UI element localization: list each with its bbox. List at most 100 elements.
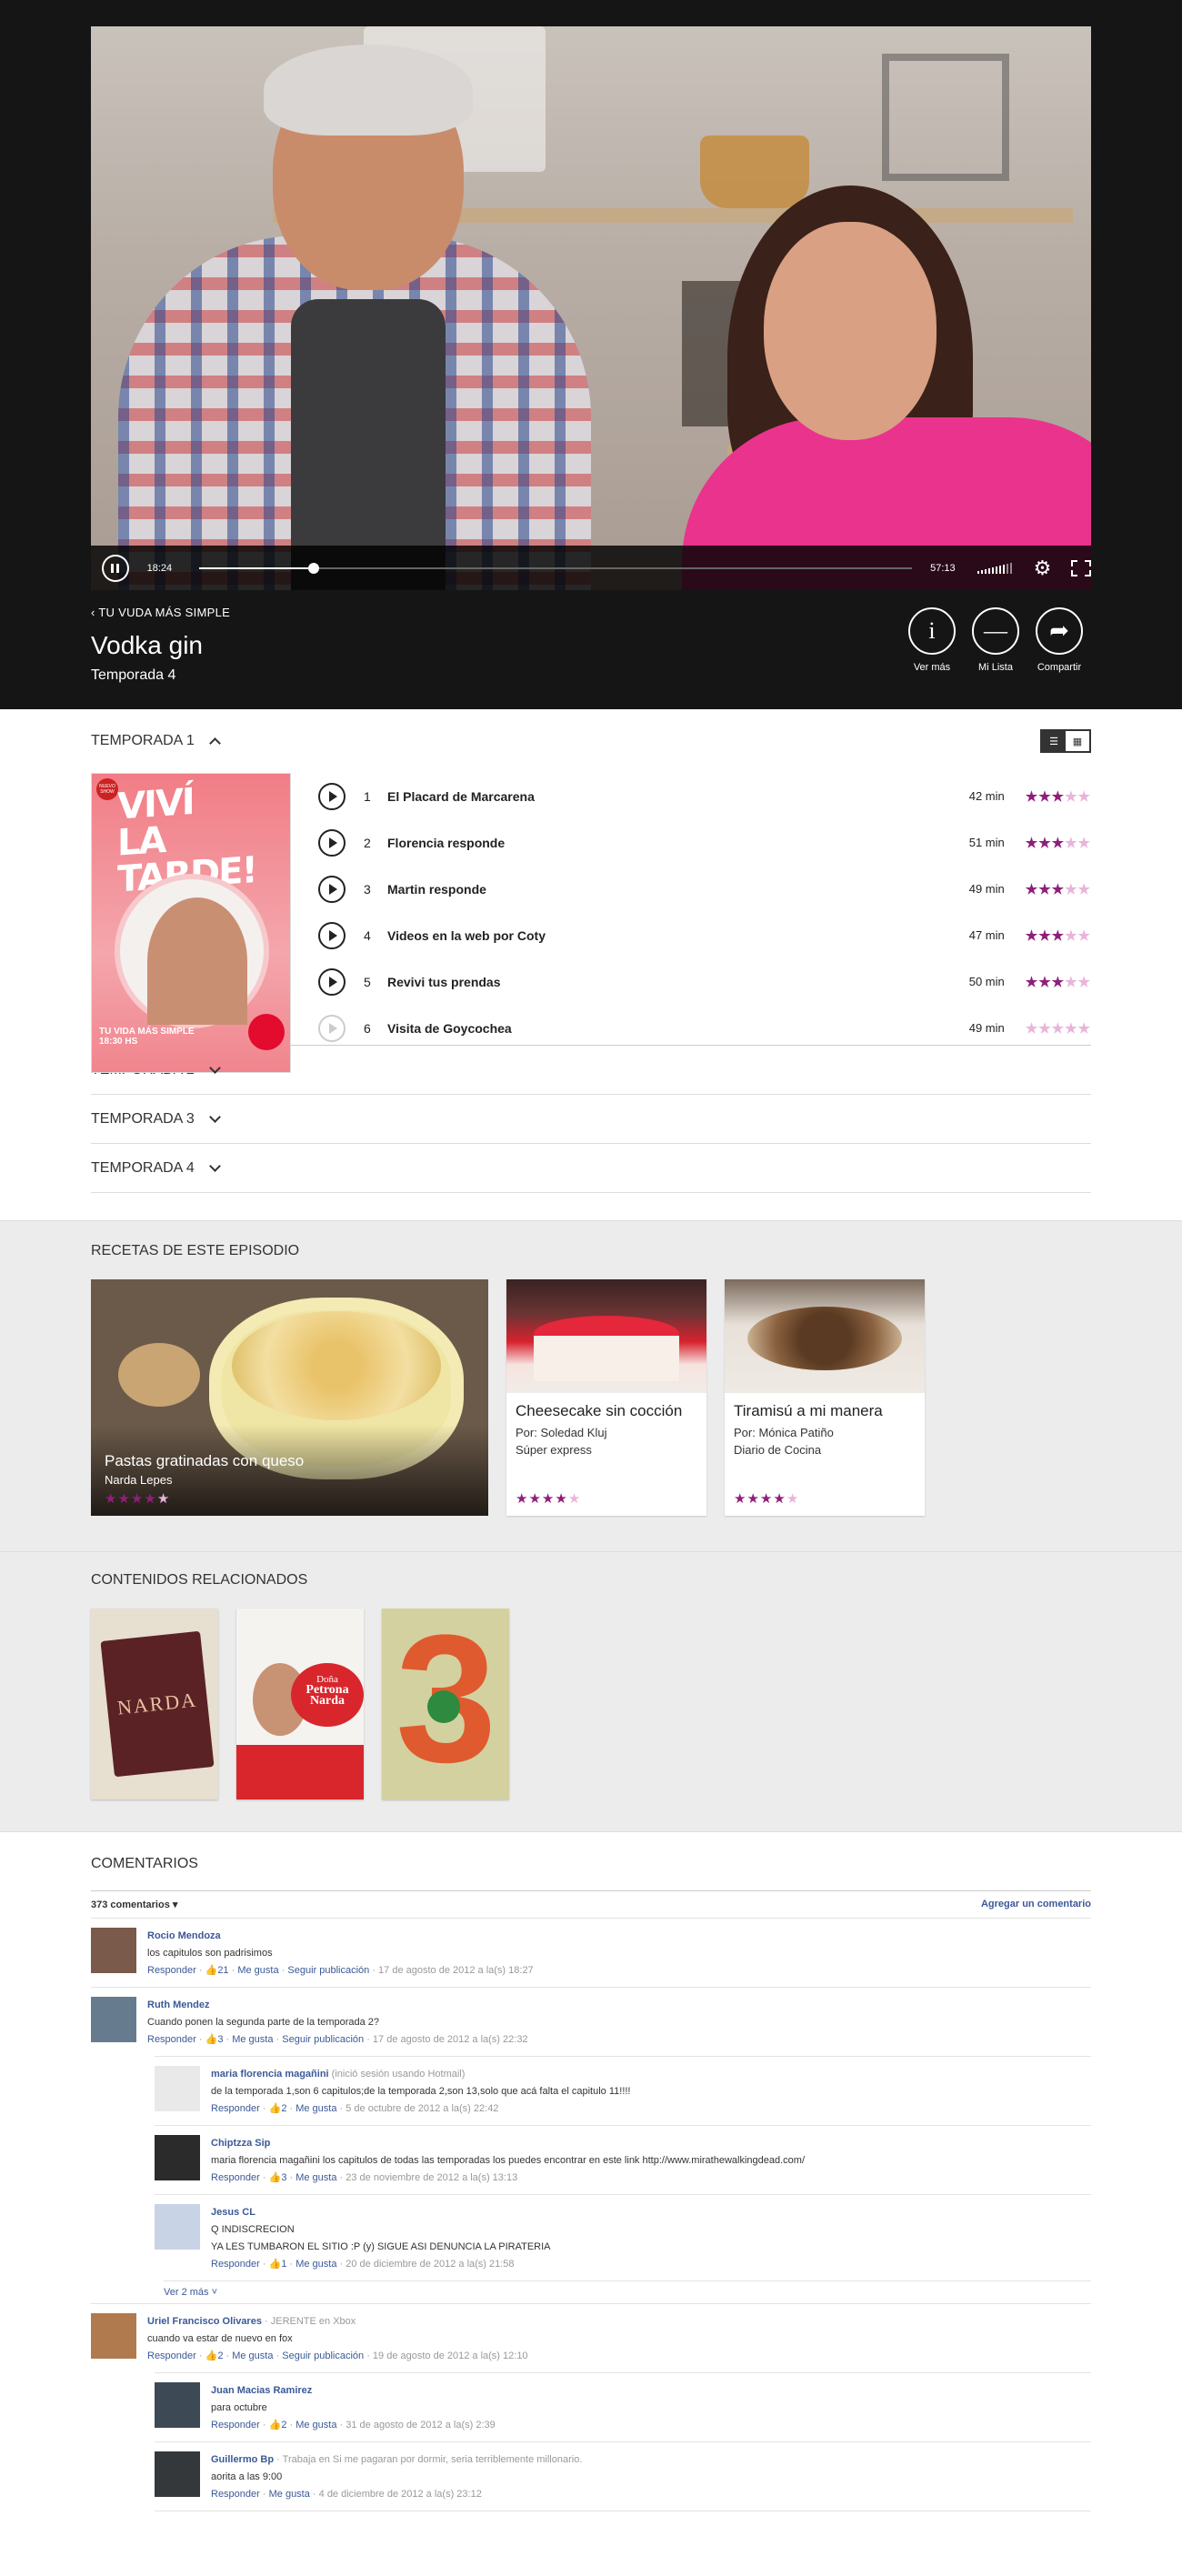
episode-rating[interactable]: ★★★★★ bbox=[1026, 835, 1091, 851]
comment-author[interactable]: maria florencia magañini bbox=[211, 2069, 329, 2080]
star-filled-icon: ★ bbox=[1038, 835, 1052, 851]
reply-link[interactable]: Responder bbox=[147, 2350, 196, 2361]
episode-rating[interactable]: ★★★★★ bbox=[1026, 881, 1091, 897]
comment-meta: · JERENTE en Xbox bbox=[265, 2316, 356, 2327]
settings-icon[interactable]: ⚙ bbox=[1034, 557, 1052, 578]
episode-row[interactable]: 4 Videos en la web por Coty 47 min ★★★★★ bbox=[318, 912, 1091, 958]
season-1-header[interactable]: TEMPORADA 1 ☰ ▦ bbox=[91, 709, 1091, 773]
avatar[interactable] bbox=[155, 2451, 200, 2497]
recipe-card[interactable]: Tiramisú a mi manera Por: Mónica Patiño … bbox=[725, 1279, 925, 1516]
play-icon[interactable] bbox=[318, 782, 346, 810]
episode-row[interactable]: 3 Martin responde 49 min ★★★★★ bbox=[318, 866, 1091, 912]
episode-rating[interactable]: ★★★★★ bbox=[1026, 974, 1091, 990]
play-icon[interactable] bbox=[318, 828, 346, 857]
avatar[interactable] bbox=[91, 2313, 136, 2359]
like-link[interactable]: Me gusta bbox=[296, 2259, 336, 2270]
episode-rating[interactable]: ★★★★★ bbox=[1026, 1020, 1091, 1037]
recipe-card-featured[interactable]: Pastas gratinadas con queso Narda Lepes … bbox=[91, 1279, 488, 1516]
play-icon[interactable] bbox=[318, 1014, 346, 1042]
episode-row[interactable]: 1 El Placard de Marcarena 42 min ★★★★★ bbox=[318, 773, 1091, 819]
related-item[interactable]: Doña Petrona Narda bbox=[236, 1609, 364, 1799]
episode-name: Revivi tus prendas bbox=[387, 974, 501, 989]
like-link[interactable]: Me gusta bbox=[232, 2350, 273, 2361]
comment-author[interactable]: Juan Macias Ramirez bbox=[211, 2385, 312, 2396]
reply-link[interactable]: Responder bbox=[211, 2103, 260, 2114]
video-player[interactable] bbox=[91, 26, 1091, 590]
recipe-image bbox=[725, 1279, 925, 1393]
avatar[interactable] bbox=[155, 2135, 200, 2180]
avatar[interactable] bbox=[155, 2204, 200, 2250]
pause-button[interactable] bbox=[102, 554, 129, 582]
view-more-replies-link[interactable]: Ver 2 más ˅ bbox=[164, 2280, 1091, 2303]
like-link[interactable]: Me gusta bbox=[296, 2172, 336, 2183]
like-link[interactable]: Me gusta bbox=[237, 1965, 278, 1976]
add-comment-link[interactable]: Agregar un comentario bbox=[981, 1899, 1091, 1910]
play-icon[interactable] bbox=[318, 921, 346, 949]
reply-link[interactable]: Responder bbox=[211, 2489, 260, 2500]
comment-author[interactable]: Rocio Mendoza bbox=[147, 1930, 221, 1941]
comment-date[interactable]: 19 de agosto de 2012 a la(s) 12:10 bbox=[373, 2350, 528, 2361]
comment-author[interactable]: Jesus CL bbox=[211, 2207, 255, 2218]
comment-date[interactable]: 23 de noviembre de 2012 a la(s) 13:13 bbox=[346, 2172, 517, 2183]
comment-header: maria florencia magañini (inició sesión … bbox=[211, 2066, 631, 2083]
recipe-author: Por: Mónica Patiño bbox=[734, 1426, 834, 1439]
mi-lista-button[interactable]: — Mi Lista bbox=[964, 607, 1027, 673]
follow-link[interactable]: Seguir publicación bbox=[282, 2350, 364, 2361]
star-filled-icon: ★ bbox=[1051, 974, 1066, 990]
episode-rating[interactable]: ★★★★★ bbox=[1026, 788, 1091, 805]
episode-row[interactable]: 2 Florencia responde 51 min ★★★★★ bbox=[318, 819, 1091, 866]
comment-count[interactable]: 373 comentarios ▾ bbox=[91, 1899, 177, 1910]
season-header[interactable]: TEMPORADA 3 bbox=[91, 1095, 1091, 1144]
episode-row[interactable]: 6 Visita de Goycochea 49 min ★★★★★ bbox=[318, 1005, 1091, 1051]
comment-author[interactable]: Chiptzza Sip bbox=[211, 2138, 270, 2149]
comment-date[interactable]: 17 de agosto de 2012 a la(s) 18:27 bbox=[378, 1965, 534, 1976]
progress-bar[interactable] bbox=[199, 562, 913, 574]
comment-date[interactable]: 20 de diciembre de 2012 a la(s) 21:58 bbox=[346, 2259, 514, 2270]
follow-link[interactable]: Seguir publicación bbox=[282, 2034, 364, 2045]
progress-handle[interactable] bbox=[307, 562, 319, 574]
ver-mas-button[interactable]: i Ver más bbox=[900, 607, 964, 673]
reply-link[interactable]: Responder bbox=[211, 2259, 260, 2270]
comment-author[interactable]: Uriel Francisco Olivares bbox=[147, 2316, 262, 2327]
reply-link[interactable]: Responder bbox=[211, 2420, 260, 2431]
recipe-image bbox=[506, 1279, 706, 1393]
list-view-icon[interactable]: ☰ bbox=[1042, 731, 1066, 751]
comment-date[interactable]: 4 de diciembre de 2012 a la(s) 23:12 bbox=[319, 2489, 482, 2500]
like-link[interactable]: Me gusta bbox=[232, 2034, 273, 2045]
avatar[interactable] bbox=[155, 2066, 200, 2111]
comment-body: maria florencia magañini (inició sesión … bbox=[211, 2066, 631, 2118]
comment-text: de la temporada 1,son 6 capitulos;de la … bbox=[211, 2086, 631, 2097]
like-link[interactable]: Me gusta bbox=[296, 2420, 336, 2431]
reply-link[interactable]: Responder bbox=[211, 2172, 260, 2183]
avatar[interactable] bbox=[91, 1997, 136, 2042]
comment-date[interactable]: 5 de octubre de 2012 a la(s) 22:42 bbox=[346, 2103, 498, 2114]
comment-author[interactable]: Guillermo Bp bbox=[211, 2454, 274, 2465]
avatar[interactable] bbox=[155, 2382, 200, 2428]
reply-link[interactable]: Responder bbox=[147, 2034, 196, 2045]
related-item[interactable]: NARDA bbox=[91, 1609, 218, 1799]
play-icon[interactable] bbox=[318, 967, 346, 996]
volume-icon[interactable] bbox=[977, 562, 1014, 574]
fullscreen-icon[interactable] bbox=[1071, 559, 1092, 576]
related-item[interactable]: 3 bbox=[382, 1609, 509, 1799]
comment-date[interactable]: 17 de agosto de 2012 a la(s) 22:32 bbox=[373, 2034, 528, 2045]
compartir-button[interactable]: ➦ Compartir bbox=[1027, 607, 1091, 673]
reply-link[interactable]: Responder bbox=[147, 1965, 196, 1976]
comment-author[interactable]: Ruth Mendez bbox=[147, 2000, 209, 2010]
avatar[interactable] bbox=[91, 1928, 136, 1973]
play-icon[interactable] bbox=[318, 875, 346, 903]
like-link[interactable]: Me gusta bbox=[269, 2489, 310, 2500]
thumbs-up-icon: 👍 bbox=[268, 2172, 282, 2183]
comment-date[interactable]: 31 de agosto de 2012 a la(s) 2:39 bbox=[346, 2420, 496, 2431]
follow-link[interactable]: Seguir publicación bbox=[287, 1965, 369, 1976]
grid-view-icon[interactable]: ▦ bbox=[1066, 731, 1089, 751]
like-link[interactable]: Me gusta bbox=[296, 2103, 336, 2114]
recipe-card[interactable]: Cheesecake sin cocción Por: Soledad Kluj… bbox=[506, 1279, 706, 1516]
video-hero: 18:24 57:13 ⚙ ‹ TU VUDA MÁS SIMPLE Vodka… bbox=[0, 0, 1182, 709]
episode-row[interactable]: 5 Revivi tus prendas 50 min ★★★★★ bbox=[318, 958, 1091, 1005]
episode-rating[interactable]: ★★★★★ bbox=[1026, 927, 1091, 944]
season-header[interactable]: TEMPORADA 4 bbox=[91, 1144, 1091, 1193]
episode-list: 1 El Placard de Marcarena 42 min ★★★★★ 2 Flor… bbox=[318, 773, 1091, 1042]
comment-actions: Responder · 👍3 · Me gusta · 23 de noviem… bbox=[211, 2172, 518, 2183]
back-link[interactable]: ‹ TU VUDA MÁS SIMPLE bbox=[91, 606, 230, 619]
